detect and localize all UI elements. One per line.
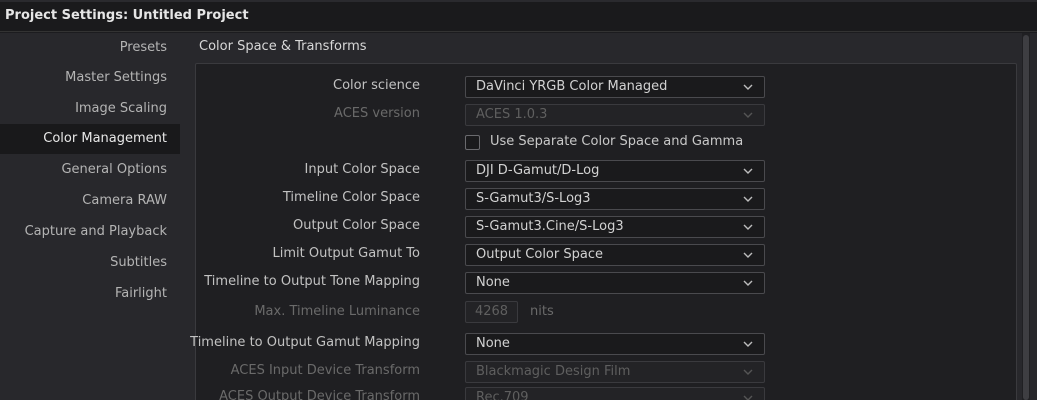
color-science-value: DaVinci YRGB Color Managed <box>476 79 668 94</box>
limit-output-gamut-label: Limit Output Gamut To <box>272 246 420 261</box>
output-color-space-label: Output Color Space <box>293 218 420 233</box>
settings-main: Color Space & Transforms Color science D… <box>180 33 1037 400</box>
aces-odt-dropdown: Rec.709 <box>465 387 765 400</box>
title-bar: Project Settings: Untitled Project <box>0 2 1037 32</box>
timeline-color-space-dropdown[interactable]: S-Gamut3/S-Log3 <box>465 188 765 210</box>
output-color-space-dropdown[interactable]: S-Gamut3.Cine/S-Log3 <box>465 216 765 238</box>
aces-version-value: ACES 1.0.3 <box>476 107 548 122</box>
aces-version-label: ACES version <box>334 106 420 121</box>
separate-color-space-checkbox[interactable] <box>465 135 480 150</box>
chevron-down-icon <box>742 165 754 177</box>
separate-color-space-label: Use Separate Color Space and Gamma <box>490 134 744 149</box>
chevron-down-icon <box>742 249 754 261</box>
input-color-space-value: DJI D-Gamut/D-Log <box>476 163 600 178</box>
timeline-color-space-label: Timeline Color Space <box>282 190 420 205</box>
timeline-color-space-value: S-Gamut3/S-Log3 <box>476 191 591 206</box>
chevron-down-icon <box>742 366 754 378</box>
tone-mapping-label: Timeline to Output Tone Mapping <box>204 274 420 289</box>
sidebar-item-general-options[interactable]: General Options <box>0 155 180 185</box>
aces-idt-value: Blackmagic Design Film <box>476 364 631 379</box>
sidebar-item-subtitles[interactable]: Subtitles <box>0 248 180 278</box>
aces-idt-label: ACES Input Device Transform <box>230 363 420 378</box>
chevron-down-icon <box>742 193 754 205</box>
input-color-space-label: Input Color Space <box>304 162 420 177</box>
color-transforms-panel: Color science DaVinci YRGB Color Managed… <box>190 63 1017 400</box>
chevron-down-icon <box>742 81 754 93</box>
chevron-down-icon <box>742 221 754 233</box>
gamut-mapping-label: Timeline to Output Gamut Mapping <box>190 335 420 350</box>
luminance-unit: nits <box>530 304 554 319</box>
sidebar-item-master-settings[interactable]: Master Settings <box>0 63 180 93</box>
chevron-down-icon <box>742 392 754 400</box>
sidebar-item-image-scaling[interactable]: Image Scaling <box>0 94 180 124</box>
tone-mapping-value: None <box>476 275 510 290</box>
color-science-label: Color science <box>333 78 420 93</box>
chevron-down-icon <box>742 109 754 121</box>
gamut-mapping-value: None <box>476 336 510 351</box>
tone-mapping-dropdown[interactable]: None <box>465 272 765 294</box>
aces-odt-label: ACES Output Device Transform <box>219 389 420 400</box>
aces-odt-value: Rec.709 <box>476 390 529 400</box>
max-luminance-label: Max. Timeline Luminance <box>254 304 420 319</box>
output-color-space-value: S-Gamut3.Cine/S-Log3 <box>476 219 624 234</box>
section-title: Color Space & Transforms <box>199 39 367 54</box>
input-color-space-dropdown[interactable]: DJI D-Gamut/D-Log <box>465 160 765 182</box>
max-luminance-field: 4268 <box>465 301 518 323</box>
aces-idt-dropdown: Blackmagic Design Film <box>465 361 765 383</box>
vertical-scrollbar-thumb[interactable] <box>1023 35 1029 400</box>
color-science-dropdown[interactable]: DaVinci YRGB Color Managed <box>465 76 765 98</box>
chevron-down-icon <box>742 338 754 350</box>
sidebar-item-capture-and-playback[interactable]: Capture and Playback <box>0 217 180 247</box>
window-title: Project Settings: Untitled Project <box>5 8 249 23</box>
limit-output-gamut-value: Output Color Space <box>476 247 603 262</box>
settings-sidebar: Presets Master Settings Image Scaling Co… <box>0 33 180 400</box>
sidebar-item-fairlight[interactable]: Fairlight <box>0 279 180 309</box>
aces-version-dropdown: ACES 1.0.3 <box>465 104 765 126</box>
gamut-mapping-dropdown[interactable]: None <box>465 333 765 355</box>
sidebar-item-camera-raw[interactable]: Camera RAW <box>0 186 180 216</box>
sidebar-item-presets[interactable]: Presets <box>0 33 180 63</box>
sidebar-item-color-management[interactable]: Color Management <box>0 124 180 154</box>
limit-output-gamut-dropdown[interactable]: Output Color Space <box>465 244 765 266</box>
chevron-down-icon <box>742 277 754 289</box>
